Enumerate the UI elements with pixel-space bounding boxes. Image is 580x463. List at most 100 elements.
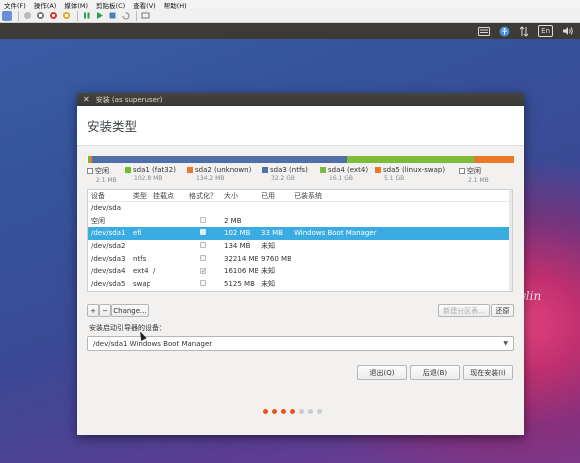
format-checkbox[interactable] xyxy=(200,242,206,249)
legend-label: sda3 (ntfs) xyxy=(270,166,308,174)
legend-item: sda5 (linux-swap) 5.1 GB xyxy=(375,166,445,182)
table-row[interactable]: /dev/sda xyxy=(88,202,512,215)
reset-icon[interactable] xyxy=(94,11,104,21)
table-row[interactable]: /dev/sda2 134 MB 未知 xyxy=(88,240,512,253)
progress-dot xyxy=(317,409,322,414)
legend-size: 32.2 GB xyxy=(271,175,296,182)
partition-bar-sda5 xyxy=(474,156,514,163)
dialog-header: 安装类型 xyxy=(77,106,524,146)
keyboard-icon[interactable] xyxy=(478,25,491,37)
col-size[interactable]: 大小 xyxy=(221,191,258,201)
table-row[interactable]: /dev/sda4 ext4 / ✓ 16106 MB 未知 xyxy=(88,265,512,278)
network-icon[interactable] xyxy=(519,25,529,37)
progress-dot xyxy=(272,409,277,414)
cell-format[interactable] xyxy=(185,242,221,250)
legend-label: sda4 (ext4) xyxy=(328,166,369,174)
cell-format[interactable] xyxy=(185,216,221,225)
cell-type: ntfs xyxy=(133,254,147,263)
change-partition-button[interactable]: Change... xyxy=(111,304,149,317)
partition-table[interactable]: 设备 类型 挂载点 格式化？ 大小 已用 已装系统 /dev/sda 空闲 2 MB… xyxy=(87,189,513,292)
revert-icon[interactable] xyxy=(120,11,130,21)
save-state-icon[interactable] xyxy=(61,11,71,21)
progress-dot xyxy=(290,409,295,414)
progress-dot xyxy=(281,409,286,414)
partition-legend: 空闲 2.1 MB sda1 (fat32) 102.8 MB sda2 (un… xyxy=(87,166,517,186)
page-title: 安装类型 xyxy=(87,119,138,134)
revert-button[interactable]: 还原 xyxy=(491,304,514,317)
legend-label: sda1 (fat32) xyxy=(133,166,176,174)
pause-icon[interactable] xyxy=(81,11,91,21)
table-row[interactable]: /dev/sda1 efi 102 MB 33 MB Windows Boot Mana… xyxy=(88,227,512,240)
col-device[interactable]: 设备 xyxy=(88,191,130,201)
accessibility-icon[interactable] xyxy=(499,25,510,37)
shutdown-icon[interactable] xyxy=(48,11,58,21)
format-checkbox[interactable] xyxy=(200,216,206,223)
table-row[interactable]: 空闲 2 MB xyxy=(88,215,512,228)
progress-dot xyxy=(263,409,268,414)
partition-bar-sda4 xyxy=(346,156,475,163)
remove-partition-button[interactable]: − xyxy=(99,304,111,317)
legend-label: 空闲 xyxy=(467,167,481,175)
legend-item: 空闲 2.1 MB xyxy=(87,166,117,184)
cell-type: ext4 xyxy=(133,267,149,276)
progress-dots xyxy=(263,409,322,414)
cell-size: 32214 MB xyxy=(224,254,258,263)
cell-device: /dev/sda5 xyxy=(91,279,126,288)
close-icon[interactable]: ✕ xyxy=(83,95,90,104)
format-checkbox[interactable] xyxy=(200,229,206,236)
col-mount[interactable]: 挂载点 xyxy=(150,191,185,201)
back-button[interactable]: 后退(B) xyxy=(410,365,460,380)
toolbar-separator xyxy=(136,10,137,21)
new-partition-table-button[interactable]: 新建分区表... xyxy=(438,304,490,317)
boot-loader-select[interactable]: /dev/sda1 Windows Boot Manager ▼ xyxy=(87,336,514,351)
cell-type: efi xyxy=(133,229,142,238)
enhanced-session-icon[interactable] xyxy=(140,11,150,21)
installer-dialog: ✕ 安装 (as superuser) 安装类型 空闲 2.1 MB sda1 … xyxy=(77,93,524,435)
table-scrollbar[interactable] xyxy=(509,190,512,291)
dialog-title: 安装 (as superuser) xyxy=(95,95,163,104)
cell-device: /dev/sda2 xyxy=(91,242,126,251)
legend-label: sda2 (unknown) xyxy=(195,166,252,174)
cell-format[interactable] xyxy=(185,279,221,288)
cell-format[interactable] xyxy=(185,229,221,237)
cell-device: /dev/sda1 xyxy=(91,229,126,238)
cell-device: /dev/sda xyxy=(91,204,121,213)
legend-label: 空闲 xyxy=(95,167,109,175)
cell-type: swap xyxy=(133,279,150,288)
toolbar-separator xyxy=(18,10,19,21)
format-checkbox[interactable] xyxy=(200,254,206,261)
format-checkbox[interactable]: ✓ xyxy=(200,268,206,275)
cell-size: 134 MB xyxy=(224,242,251,251)
legend-size: 102.8 MB xyxy=(134,175,163,182)
turn-off-icon[interactable] xyxy=(35,11,45,21)
table-row[interactable]: /dev/sda5 swap 5125 MB 未知 xyxy=(88,278,512,291)
cell-device: /dev/sda3 xyxy=(91,254,126,263)
install-now-button[interactable]: 现在安装(I) xyxy=(463,365,513,380)
cell-device: 空闲 xyxy=(91,216,105,225)
cell-used: 9760 MB xyxy=(261,254,291,263)
language-indicator[interactable]: En xyxy=(538,25,553,37)
volume-icon[interactable] xyxy=(562,25,574,37)
cell-format[interactable] xyxy=(185,254,221,263)
cell-format[interactable]: ✓ xyxy=(185,267,221,275)
vm-toolbar xyxy=(0,9,580,23)
partition-bar xyxy=(87,156,514,163)
legend-swatch xyxy=(320,167,326,173)
col-format[interactable]: 格式化？ xyxy=(185,191,221,201)
col-system[interactable]: 已装系统 xyxy=(291,191,491,201)
legend-size: 134.2 MB xyxy=(196,175,225,182)
start-icon[interactable] xyxy=(22,11,32,21)
progress-dot xyxy=(308,409,313,414)
quit-button[interactable]: 退出(Q) xyxy=(357,365,407,380)
legend-item: sda1 (fat32) 102.8 MB xyxy=(125,166,176,182)
legend-item: sda2 (unknown) 134.2 MB xyxy=(187,166,251,182)
col-used[interactable]: 已用 xyxy=(258,191,291,201)
col-type[interactable]: 类型 xyxy=(130,191,150,201)
checkpoint-icon[interactable] xyxy=(107,11,117,21)
ctrl-alt-del-icon[interactable] xyxy=(2,10,12,21)
format-checkbox[interactable] xyxy=(200,279,206,286)
cell-size: 102 MB xyxy=(224,229,251,238)
add-partition-button[interactable]: + xyxy=(87,304,99,317)
vm-menubar: 文件(F) 操作(A) 媒体(M) 剪贴板(C) 查看(V) 帮助(H) xyxy=(0,0,580,10)
table-row[interactable]: /dev/sda3 ntfs 32214 MB 9760 MB xyxy=(88,252,512,265)
